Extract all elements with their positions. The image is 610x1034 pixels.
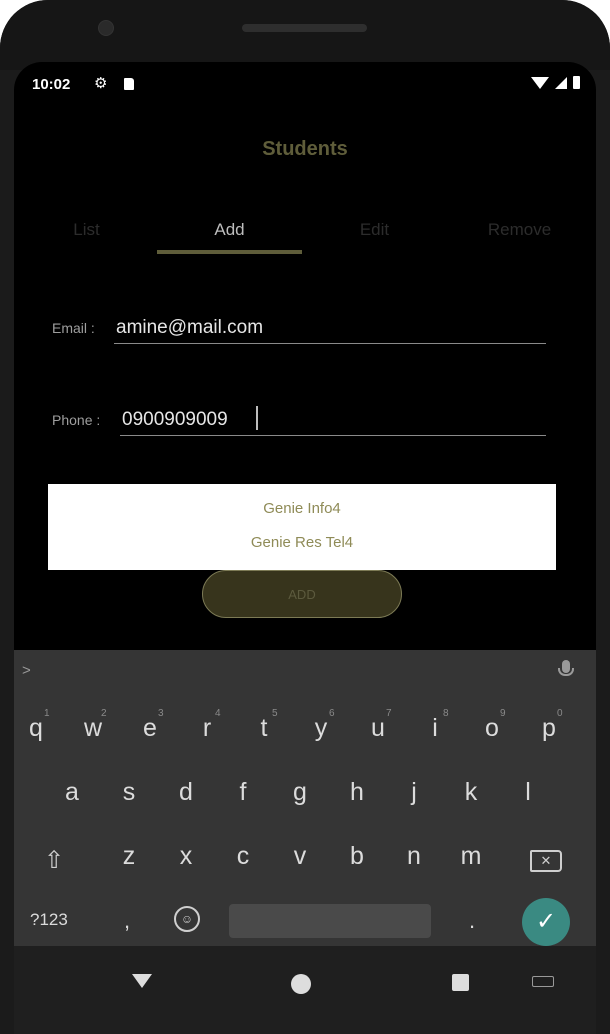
tab-bar: List Add Edit Remove bbox=[14, 212, 596, 262]
key-n[interactable]: n bbox=[392, 842, 436, 871]
tab-add[interactable]: Add bbox=[157, 220, 302, 240]
phone-field[interactable] bbox=[120, 409, 546, 436]
key-t[interactable]: t bbox=[242, 714, 286, 743]
status-time: 10:02 bbox=[32, 76, 71, 93]
key-q[interactable]: q bbox=[14, 714, 58, 743]
key-j[interactable]: j bbox=[392, 778, 436, 807]
key-hint-5: 5 bbox=[272, 708, 278, 719]
phone-row: Phone : bbox=[52, 396, 552, 436]
status-bar: 10:02 ⚙ bbox=[14, 62, 596, 108]
tab-list[interactable]: List bbox=[14, 220, 159, 240]
key-i[interactable]: i bbox=[413, 714, 457, 743]
tab-remove[interactable]: Remove bbox=[447, 220, 592, 240]
chevron-right-icon[interactable]: > bbox=[22, 662, 31, 679]
earpiece-speaker bbox=[242, 24, 367, 32]
key-z[interactable]: z bbox=[107, 842, 151, 871]
key-k[interactable]: k bbox=[449, 778, 493, 807]
key-hint-2: 2 bbox=[101, 708, 107, 719]
enter-key[interactable]: ✓ bbox=[522, 898, 570, 946]
shift-key[interactable]: ⇧ bbox=[44, 846, 64, 875]
gear-icon: ⚙ bbox=[94, 75, 108, 92]
key-o[interactable]: o bbox=[470, 714, 514, 743]
text-cursor bbox=[256, 406, 258, 430]
email-field[interactable] bbox=[114, 317, 546, 344]
space-key[interactable] bbox=[229, 904, 431, 938]
key-hint-9: 9 bbox=[500, 708, 506, 719]
key-r[interactable]: r bbox=[185, 714, 229, 743]
key-e[interactable]: e bbox=[128, 714, 172, 743]
navigation-bar bbox=[14, 946, 596, 1034]
key-a[interactable]: a bbox=[50, 778, 94, 807]
keyboard-switch-icon[interactable] bbox=[532, 976, 554, 987]
phone-bezel-top bbox=[0, 0, 610, 70]
popup-item-genie-info4[interactable]: Genie Info4 bbox=[48, 500, 556, 517]
status-icons-right bbox=[531, 76, 580, 89]
active-tab-indicator bbox=[157, 250, 302, 254]
signal-icon bbox=[555, 76, 567, 89]
front-camera bbox=[98, 20, 114, 36]
phone-frame: 10:02 ⚙ Students List Add Edit Remove Em… bbox=[0, 0, 610, 1034]
recents-icon[interactable] bbox=[452, 974, 469, 991]
key-hint-1: 1 bbox=[44, 708, 50, 719]
key-hint-0: 0 bbox=[557, 708, 563, 719]
period-key[interactable]: . bbox=[469, 908, 475, 934]
key-m[interactable]: m bbox=[449, 842, 493, 871]
key-f[interactable]: f bbox=[221, 778, 265, 807]
autofill-popup: Genie Info4 Genie Res Tel4 bbox=[48, 484, 556, 570]
key-u[interactable]: u bbox=[356, 714, 400, 743]
key-p[interactable]: p bbox=[527, 714, 571, 743]
screen: 10:02 ⚙ Students List Add Edit Remove Em… bbox=[14, 62, 596, 1034]
key-hint-8: 8 bbox=[443, 708, 449, 719]
key-b[interactable]: b bbox=[335, 842, 379, 871]
key-v[interactable]: v bbox=[278, 842, 322, 871]
comma-key[interactable]: , bbox=[124, 908, 130, 934]
backspace-key[interactable]: ✕ bbox=[530, 850, 562, 872]
key-hint-3: 3 bbox=[158, 708, 164, 719]
key-s[interactable]: s bbox=[107, 778, 151, 807]
battery-icon bbox=[573, 76, 580, 89]
symbols-key[interactable]: ?123 bbox=[30, 910, 68, 930]
phone-label: Phone : bbox=[52, 412, 101, 428]
emoji-key[interactable]: ☺ bbox=[174, 906, 200, 932]
key-y[interactable]: y bbox=[299, 714, 343, 743]
key-d[interactable]: d bbox=[164, 778, 208, 807]
email-label: Email : bbox=[52, 320, 95, 336]
tab-edit[interactable]: Edit bbox=[302, 220, 447, 240]
email-row: Email : bbox=[52, 304, 552, 344]
key-c[interactable]: c bbox=[221, 842, 265, 871]
key-w[interactable]: w bbox=[71, 714, 115, 743]
key-hint-7: 7 bbox=[386, 708, 392, 719]
sd-card-icon bbox=[124, 78, 134, 90]
key-h[interactable]: h bbox=[335, 778, 379, 807]
keyboard: > q1 w2 e3 r4 t5 y6 u7 i8 o9 p0 asdfghjkl zxcvbnm… bbox=[14, 650, 596, 946]
popup-item-genie-res-tel4[interactable]: Genie Res Tel4 bbox=[48, 534, 556, 551]
key-l[interactable]: l bbox=[506, 778, 550, 807]
key-x[interactable]: x bbox=[164, 842, 208, 871]
key-hint-6: 6 bbox=[329, 708, 335, 719]
mic-icon[interactable] bbox=[558, 660, 574, 676]
home-icon[interactable] bbox=[291, 974, 311, 994]
back-icon[interactable] bbox=[132, 974, 152, 988]
add-button[interactable]: ADD bbox=[202, 570, 402, 618]
key-g[interactable]: g bbox=[278, 778, 322, 807]
key-hint-4: 4 bbox=[215, 708, 221, 719]
app-title: Students bbox=[262, 138, 348, 160]
wifi-icon bbox=[531, 76, 549, 89]
